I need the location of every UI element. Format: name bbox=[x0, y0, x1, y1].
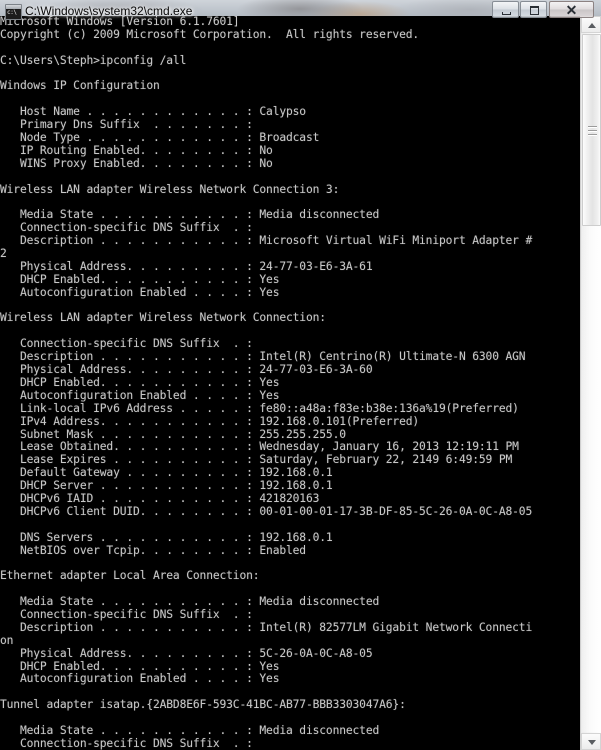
console-line: Link-local IPv6 Address . . . . . : fe80… bbox=[0, 401, 519, 415]
minimize-button[interactable] bbox=[492, 1, 519, 18]
console-line: DHCPv6 IAID . . . . . . . . . . . : 4218… bbox=[0, 491, 320, 505]
console-line: on bbox=[0, 633, 14, 647]
console-line: Autoconfiguration Enabled . . . . : Yes bbox=[0, 672, 280, 686]
cmd-icon-prompt-text: c:\ bbox=[7, 9, 17, 16]
console-line: Connection-specific DNS Suffix . : bbox=[0, 736, 253, 750]
console-line: Wireless LAN adapter Wireless Network Co… bbox=[0, 311, 326, 325]
console-line: DNS Servers . . . . . . . . . . . : 192.… bbox=[0, 530, 333, 544]
console-line: Ethernet adapter Local Area Connection: bbox=[0, 569, 260, 583]
minimize-icon bbox=[502, 12, 511, 15]
console-text: Microsoft Windows [Version 6.1.7601] Copy… bbox=[0, 16, 580, 750]
console-line: Description . . . . . . . . . . . : Micr… bbox=[0, 234, 533, 248]
vertical-scrollbar[interactable] bbox=[580, 16, 601, 750]
scroll-down-button[interactable] bbox=[581, 733, 601, 750]
console-line: Node Type . . . . . . . . . . . . : Broa… bbox=[0, 131, 320, 145]
console-line: Description . . . . . . . . . . . : Inte… bbox=[0, 620, 533, 634]
console-line: Autoconfiguration Enabled . . . . : Yes bbox=[0, 285, 280, 299]
console-line: Connection-specific DNS Suffix . : bbox=[0, 607, 253, 621]
console-line: WINS Proxy Enabled. . . . . . . . : No bbox=[0, 156, 273, 170]
console-line: Physical Address. . . . . . . . . : 24-7… bbox=[0, 259, 373, 273]
maximize-icon bbox=[530, 6, 539, 15]
console-line: C:\Users\Steph>ipconfig /all bbox=[0, 53, 187, 67]
cmd-window: c:\ C:\Windows\system32\cmd.exe ✕ Micros… bbox=[0, 0, 601, 750]
title-bar[interactable]: c:\ C:\Windows\system32\cmd.exe ✕ bbox=[0, 0, 601, 22]
console-line: DHCP Enabled. . . . . . . . . . . : Yes bbox=[0, 272, 280, 286]
scrollbar-grip-icon bbox=[588, 126, 597, 136]
console-line: Copyright (c) 2009 Microsoft Corporation… bbox=[0, 27, 420, 41]
console-line: DHCP Enabled. . . . . . . . . . . : Yes bbox=[0, 375, 280, 389]
console-line: Physical Address. . . . . . . . . : 24-7… bbox=[0, 363, 373, 377]
console-line: DHCPv6 Client DUID. . . . . . . . : 00-0… bbox=[0, 504, 533, 518]
console-line: 2 bbox=[0, 247, 7, 261]
close-icon: ✕ bbox=[565, 2, 578, 18]
console-output-area[interactable]: Microsoft Windows [Version 6.1.7601] Copy… bbox=[0, 16, 580, 750]
scrollbar-thumb[interactable] bbox=[582, 34, 601, 226]
chevron-up-icon bbox=[588, 23, 596, 28]
console-line: Wireless LAN adapter Wireless Network Co… bbox=[0, 182, 340, 196]
console-line: NetBIOS over Tcpip. . . . . . . . : Enab… bbox=[0, 543, 306, 557]
console-line: IPv4 Address. . . . . . . . . . . : 192.… bbox=[0, 414, 420, 428]
cmd-icon[interactable]: c:\ bbox=[5, 4, 22, 20]
scrollbar-track[interactable] bbox=[582, 226, 601, 732]
console-line: Autoconfiguration Enabled . . . . : Yes bbox=[0, 388, 280, 402]
console-line: Windows IP Configuration bbox=[0, 79, 160, 93]
console-line: Media State . . . . . . . . . . . : Medi… bbox=[0, 723, 380, 737]
maximize-button[interactable] bbox=[520, 1, 547, 18]
chevron-down-icon bbox=[588, 740, 596, 745]
console-line: IP Routing Enabled. . . . . . . . : No bbox=[0, 143, 273, 157]
console-line: Tunnel adapter isatap.{2ABD8E6F-593C-41B… bbox=[0, 698, 406, 712]
window-title: C:\Windows\system32\cmd.exe bbox=[25, 4, 193, 18]
console-line: Physical Address. . . . . . . . . : 5C-2… bbox=[0, 646, 373, 660]
close-button[interactable]: ✕ bbox=[549, 1, 594, 18]
